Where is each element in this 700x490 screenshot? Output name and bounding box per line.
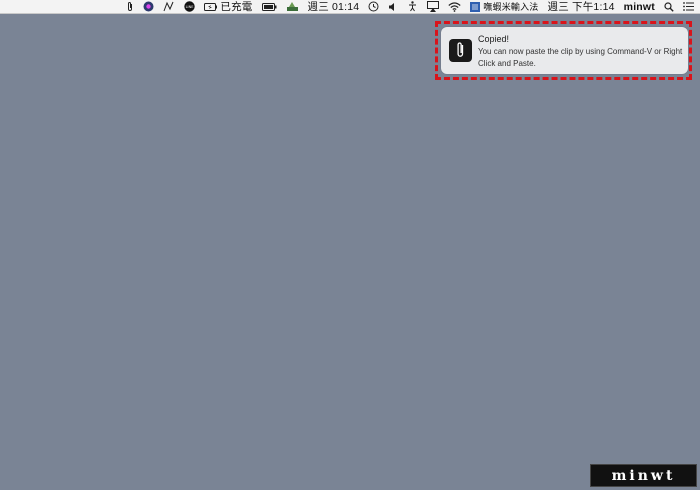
watermark-logo: minwt [590, 464, 697, 487]
clock-secondary[interactable]: 週三 下午1:14 [548, 0, 615, 14]
volume-icon[interactable] [388, 0, 398, 14]
spotlight-search-icon[interactable] [664, 0, 674, 14]
accessibility-icon[interactable] [407, 0, 418, 14]
time-machine-icon[interactable] [368, 0, 379, 14]
user-menu[interactable]: minwt [624, 0, 655, 14]
wifi-icon[interactable] [448, 0, 461, 14]
notification-center-icon[interactable] [683, 0, 694, 14]
battery-icon[interactable] [261, 0, 277, 14]
battery-charging-icon [204, 2, 218, 11]
notification-body: You can now paste the clip by using Comm… [478, 47, 683, 68]
drive-icon[interactable] [286, 0, 299, 14]
copied-notification[interactable]: Copied! You can now paste the clip by us… [441, 27, 688, 74]
watermark-text: minwt [611, 467, 676, 484]
battery-status[interactable]: 已充電 [204, 0, 252, 14]
input-method-menu[interactable]: 嘸蝦米輸入法 [470, 0, 538, 14]
app-icon[interactable] [143, 0, 154, 14]
line-app-icon[interactable]: LINE [184, 0, 196, 14]
pen-icon[interactable] [163, 0, 175, 14]
clock-secondary-label: 週三 下午1:14 [547, 1, 615, 13]
clock-primary-label: 週三 01:14 [307, 1, 360, 13]
clipboard-app-icon [449, 39, 472, 62]
user-name: minwt [623, 0, 655, 13]
svg-text:LINE: LINE [186, 5, 194, 9]
airplay-icon[interactable] [427, 0, 440, 14]
paperclip-icon[interactable] [126, 0, 134, 14]
charging-label: 已充電 [220, 1, 253, 13]
input-method-label: 嘸蝦米輸入法 [483, 2, 539, 12]
clock-primary[interactable]: 週三 01:14 [308, 0, 360, 14]
input-method-icon [470, 1, 481, 12]
menu-bar: LINE 已充電 週三 01:14 嘸蝦米輸入法 週三 下午1:14 minwt [0, 0, 700, 14]
notification-title: Copied! [478, 34, 510, 44]
